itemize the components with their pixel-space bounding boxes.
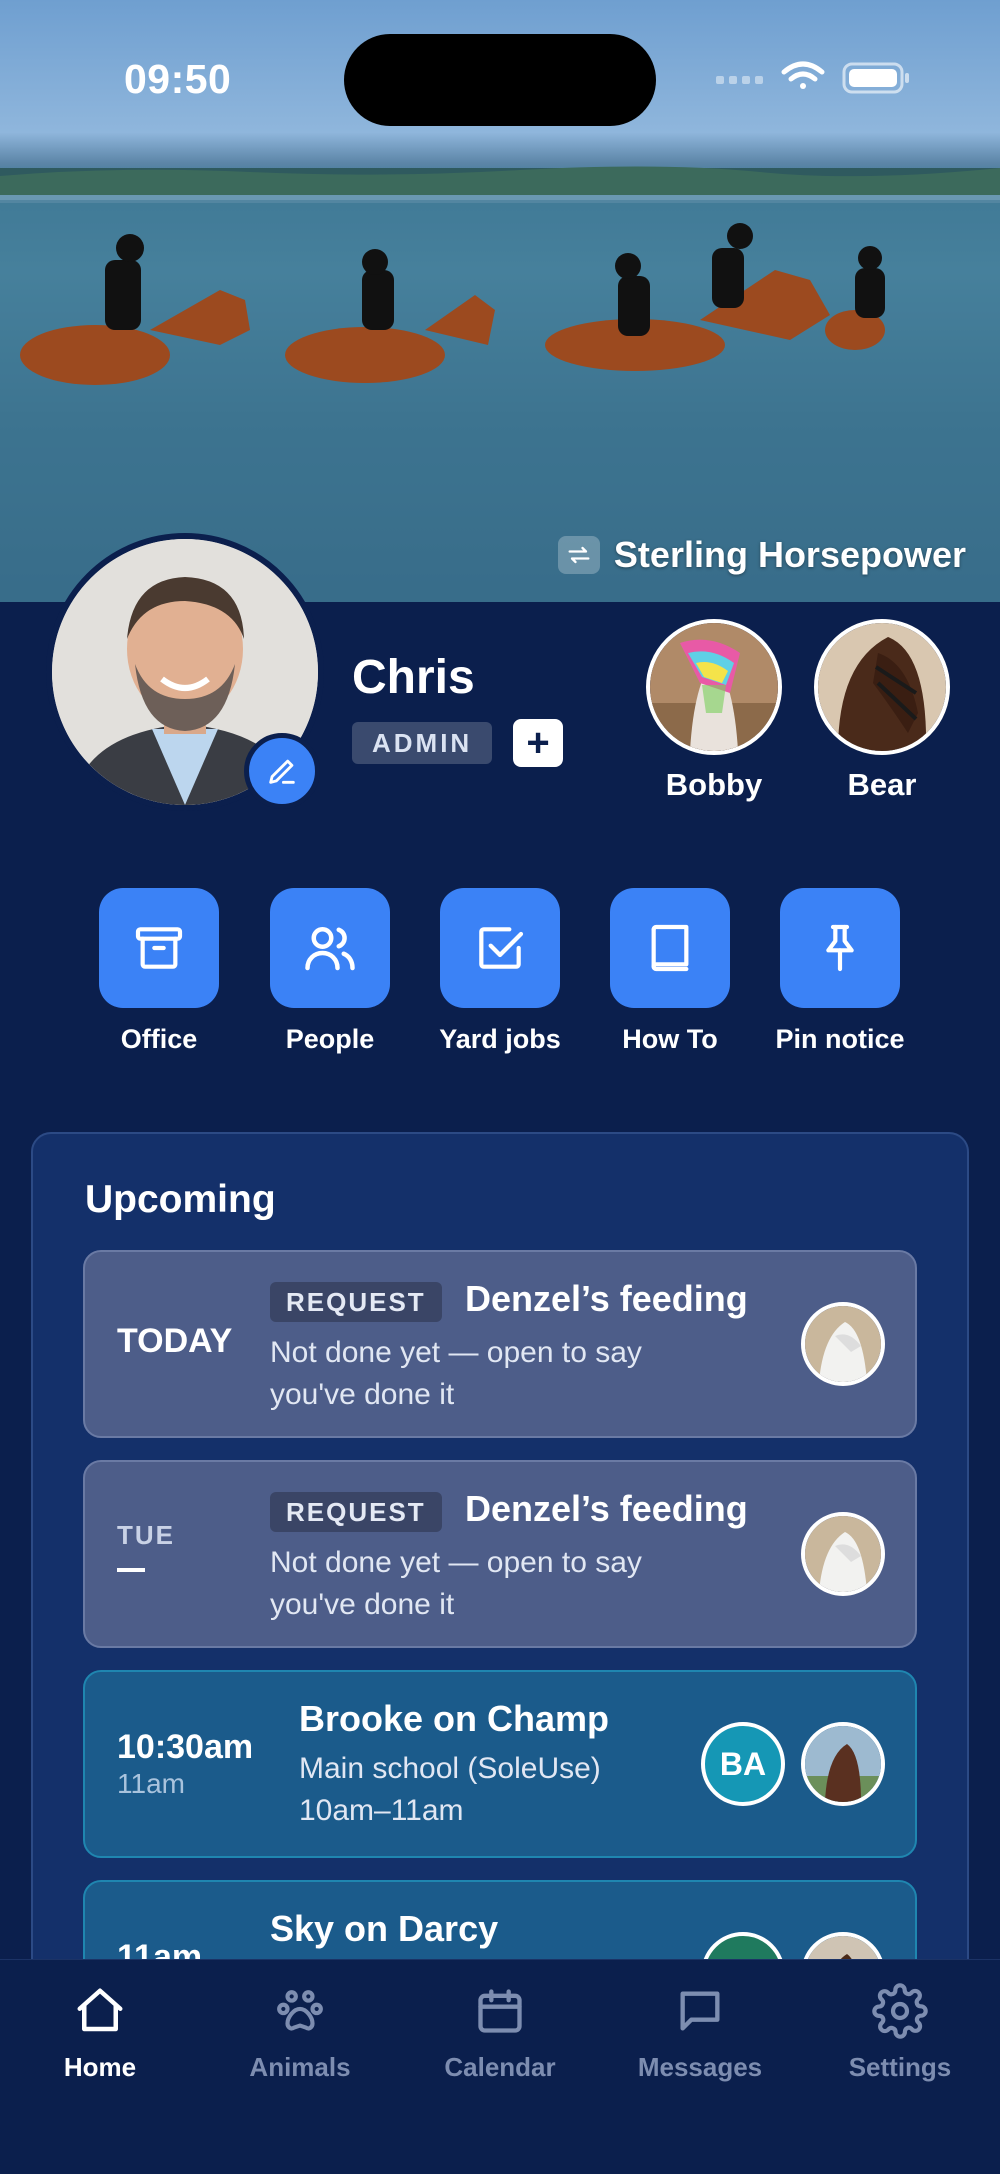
switch-icon — [557, 536, 600, 574]
event-item[interactable]: TUE REQUEST Denzel’s feeding Not done ye… — [83, 1460, 917, 1648]
pin-icon — [780, 888, 900, 1008]
wifi-icon — [781, 61, 825, 89]
event-title: Brooke on Champ — [299, 1698, 610, 1739]
tab-animals[interactable]: Animals — [210, 1978, 390, 2083]
archive-icon — [99, 888, 219, 1008]
event-day: TODAY — [117, 1322, 233, 1360]
role-badge: ADMIN — [352, 722, 493, 764]
quick-action-label: How To — [622, 1024, 718, 1054]
checkbox-icon — [440, 888, 560, 1008]
tab-label: Settings — [848, 2052, 952, 2082]
event-title: Sky on Darcy — [270, 1908, 499, 1949]
dynamic-island — [344, 34, 656, 126]
tab-bar: Home Animals Calendar Messages Settings — [0, 1959, 1000, 2174]
event-end-time: 11am — [117, 1768, 185, 1799]
book-icon — [610, 888, 730, 1008]
tab-settings[interactable]: Settings — [810, 1978, 990, 2083]
animal-name: Bear — [847, 767, 917, 802]
quick-action-people[interactable]: People — [245, 888, 415, 1055]
pencil-icon — [269, 759, 295, 784]
request-tag: REQUEST — [270, 1282, 442, 1322]
event-dash — [117, 1568, 145, 1572]
quick-action-how-to[interactable]: How To — [585, 888, 755, 1055]
event-subtitle: Not done yet — open to say you've done i… — [270, 1336, 642, 1411]
add-role-button[interactable]: + — [513, 719, 563, 767]
request-tag: REQUEST — [270, 1492, 442, 1532]
event-time-range: 10am–11am — [299, 1794, 464, 1827]
animal-name: Bobby — [665, 767, 763, 802]
event-subtitle: Not done yet — open to say you've done i… — [270, 1546, 642, 1621]
quick-action-label: Pin notice — [775, 1024, 905, 1054]
tab-label: Home — [63, 2052, 137, 2082]
status-time: 09:50 — [124, 56, 232, 102]
tab-label: Messages — [637, 2052, 763, 2082]
event-weekday: TUE — [117, 1520, 175, 1550]
upcoming-title: Upcoming — [85, 1178, 276, 1221]
animal-bear[interactable]: Bear — [814, 619, 950, 803]
edit-avatar-button[interactable] — [244, 733, 320, 809]
quick-action-pin-notice[interactable]: Pin notice — [755, 888, 925, 1055]
event-item[interactable]: 10:30am 11am Brooke on Champ Main school… — [83, 1670, 917, 1858]
signal-icon — [716, 76, 763, 84]
animal-avatar — [814, 619, 950, 755]
gear-icon — [810, 1978, 990, 2044]
event-start-time: 10:30am — [117, 1728, 254, 1766]
quick-action-yard-jobs[interactable]: Yard jobs — [415, 888, 585, 1055]
people-icon — [270, 888, 390, 1008]
animal-avatar — [646, 619, 782, 755]
home-icon — [10, 1978, 190, 2044]
calendar-icon — [410, 1978, 590, 2044]
animal-thumbnail — [801, 1302, 885, 1386]
tab-calendar[interactable]: Calendar — [410, 1978, 590, 2083]
battery-icon — [842, 62, 909, 94]
yard-name: Sterling Horsepower — [613, 534, 966, 575]
chat-icon — [610, 1978, 790, 2044]
yard-switcher[interactable]: Sterling Horsepower — [557, 532, 966, 578]
user-name: Chris — [352, 651, 475, 704]
quick-action-label: People — [285, 1024, 375, 1054]
animal-thumbnail — [801, 1512, 885, 1596]
quick-action-label: Office — [120, 1024, 198, 1054]
event-title: Denzel’s feeding — [465, 1278, 748, 1319]
quick-action-office[interactable]: Office — [74, 888, 244, 1055]
status-icons — [716, 61, 909, 94]
event-item[interactable]: TODAY REQUEST Denzel’s feeding Not done … — [83, 1250, 917, 1438]
tab-messages[interactable]: Messages — [610, 1978, 790, 2083]
animal-bobby[interactable]: Bobby — [646, 619, 782, 803]
event-title: Denzel’s feeding — [465, 1488, 748, 1529]
paw-icon — [210, 1978, 390, 2044]
tab-home[interactable]: Home — [10, 1978, 190, 2083]
animal-thumbnail — [801, 1722, 885, 1806]
rider-initials-avatar: BA — [701, 1722, 785, 1806]
event-location: Main school (SoleUse) — [299, 1752, 601, 1785]
tab-label: Calendar — [444, 2052, 556, 2082]
tab-label: Animals — [249, 2052, 351, 2082]
quick-action-label: Yard jobs — [439, 1024, 561, 1054]
